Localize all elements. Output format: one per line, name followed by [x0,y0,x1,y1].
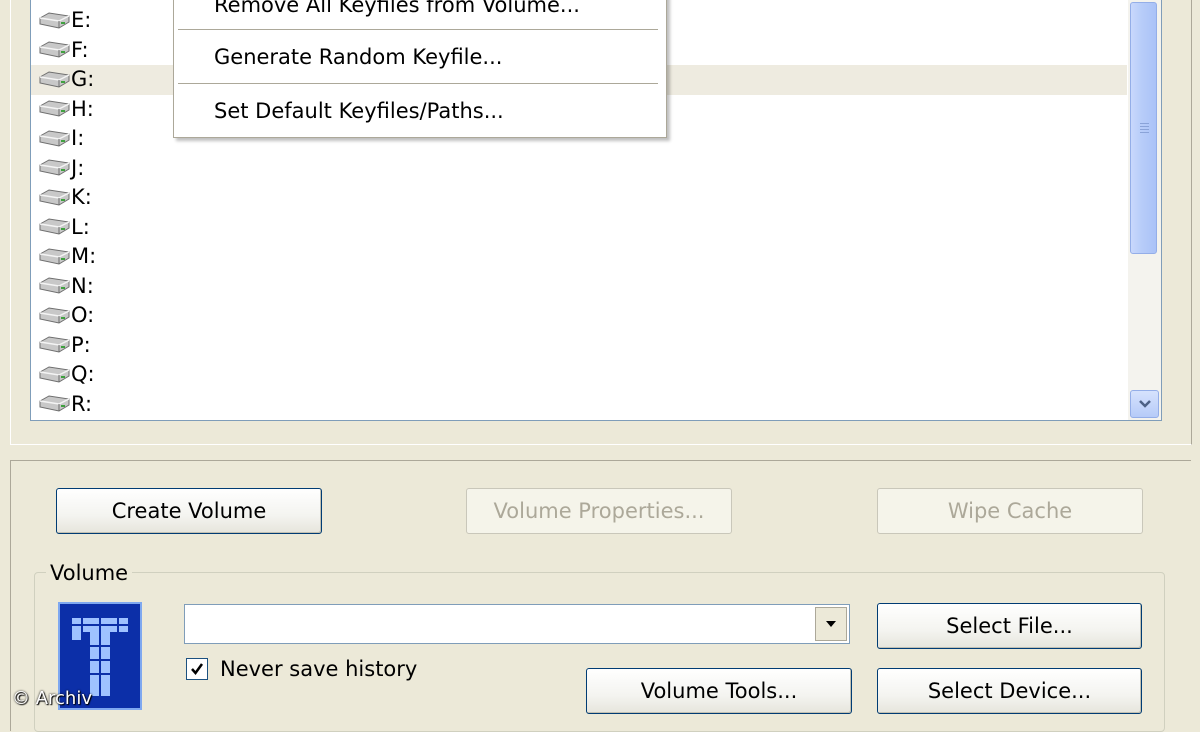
hard-drive-icon [39,307,70,324]
scrollbar-thumb[interactable] [1130,2,1157,254]
hard-drive-icon [39,248,70,265]
drive-row[interactable]: Q: [31,360,1127,390]
menu-item-set-default-keyfiles[interactable]: Set Default Keyfiles/Paths... [214,99,504,123]
select-file-button[interactable]: Select File... [877,603,1142,649]
drive-row[interactable]: N: [31,272,1127,302]
combobox-dropdown-button[interactable] [815,607,847,641]
drive-row[interactable]: R: [31,390,1127,420]
volume-tools-button[interactable]: Volume Tools... [586,668,852,714]
drive-letter: Q: [71,362,95,387]
drive-letter: N: [71,273,94,298]
drive-letter: E: [71,8,92,33]
drive-letter: M: [71,244,97,269]
hard-drive-icon [39,12,70,29]
hard-drive-icon [39,395,70,412]
drive-row[interactable]: O: [31,301,1127,331]
select-device-button[interactable]: Select Device... [877,668,1142,714]
hard-drive-icon [39,366,70,383]
drive-letter: L: [71,214,90,239]
keyfiles-context-menu: Remove All Keyfiles from Volume... Gener… [173,0,667,138]
copyright-watermark: © Archiv [12,688,92,709]
wipe-cache-button[interactable]: Wipe Cache [877,488,1143,534]
menu-separator [178,29,658,30]
never-save-history-label[interactable]: Never save history [220,655,417,683]
drive-row[interactable]: K: [31,183,1127,213]
hard-drive-icon [39,189,70,206]
menu-item-remove-all-keyfiles[interactable]: Remove All Keyfiles from Volume... [214,0,580,17]
scroll-down-button[interactable] [1130,390,1159,418]
drive-letter: K: [71,185,92,210]
volume-group-label: Volume [46,560,133,586]
drive-letter: H: [71,96,94,121]
drive-list-scrollbar[interactable] [1128,0,1161,420]
drive-letter: I: [71,126,85,151]
menu-separator [178,83,658,84]
never-save-history-checkbox[interactable] [186,658,208,680]
volume-path-combobox[interactable] [184,604,850,644]
chevron-down-icon [826,621,836,627]
drive-row[interactable]: P: [31,331,1127,361]
hard-drive-icon [39,100,70,117]
menu-item-generate-random-keyfile[interactable]: Generate Random Keyfile... [214,45,502,69]
chevron-down-icon [1138,400,1151,408]
volume-properties-button[interactable]: Volume Properties... [466,488,732,534]
checkmark-icon [191,663,204,676]
drive-letter: G: [71,67,95,92]
drive-row[interactable]: L: [31,213,1127,243]
drive-row[interactable]: M: [31,242,1127,272]
drive-row[interactable]: J: [31,154,1127,184]
hard-drive-icon [39,218,70,235]
hard-drive-icon [39,159,70,176]
hard-drive-icon [39,277,70,294]
hard-drive-icon [39,71,70,88]
hard-drive-icon [39,41,70,58]
create-volume-button[interactable]: Create Volume [56,488,322,534]
hard-drive-icon [39,130,70,147]
drive-letter: F: [71,37,89,62]
hard-drive-icon [39,336,70,353]
drive-letter: J: [71,155,85,180]
drive-letter: R: [71,391,93,416]
drive-letter: P: [71,332,91,357]
drive-letter: O: [71,303,95,328]
